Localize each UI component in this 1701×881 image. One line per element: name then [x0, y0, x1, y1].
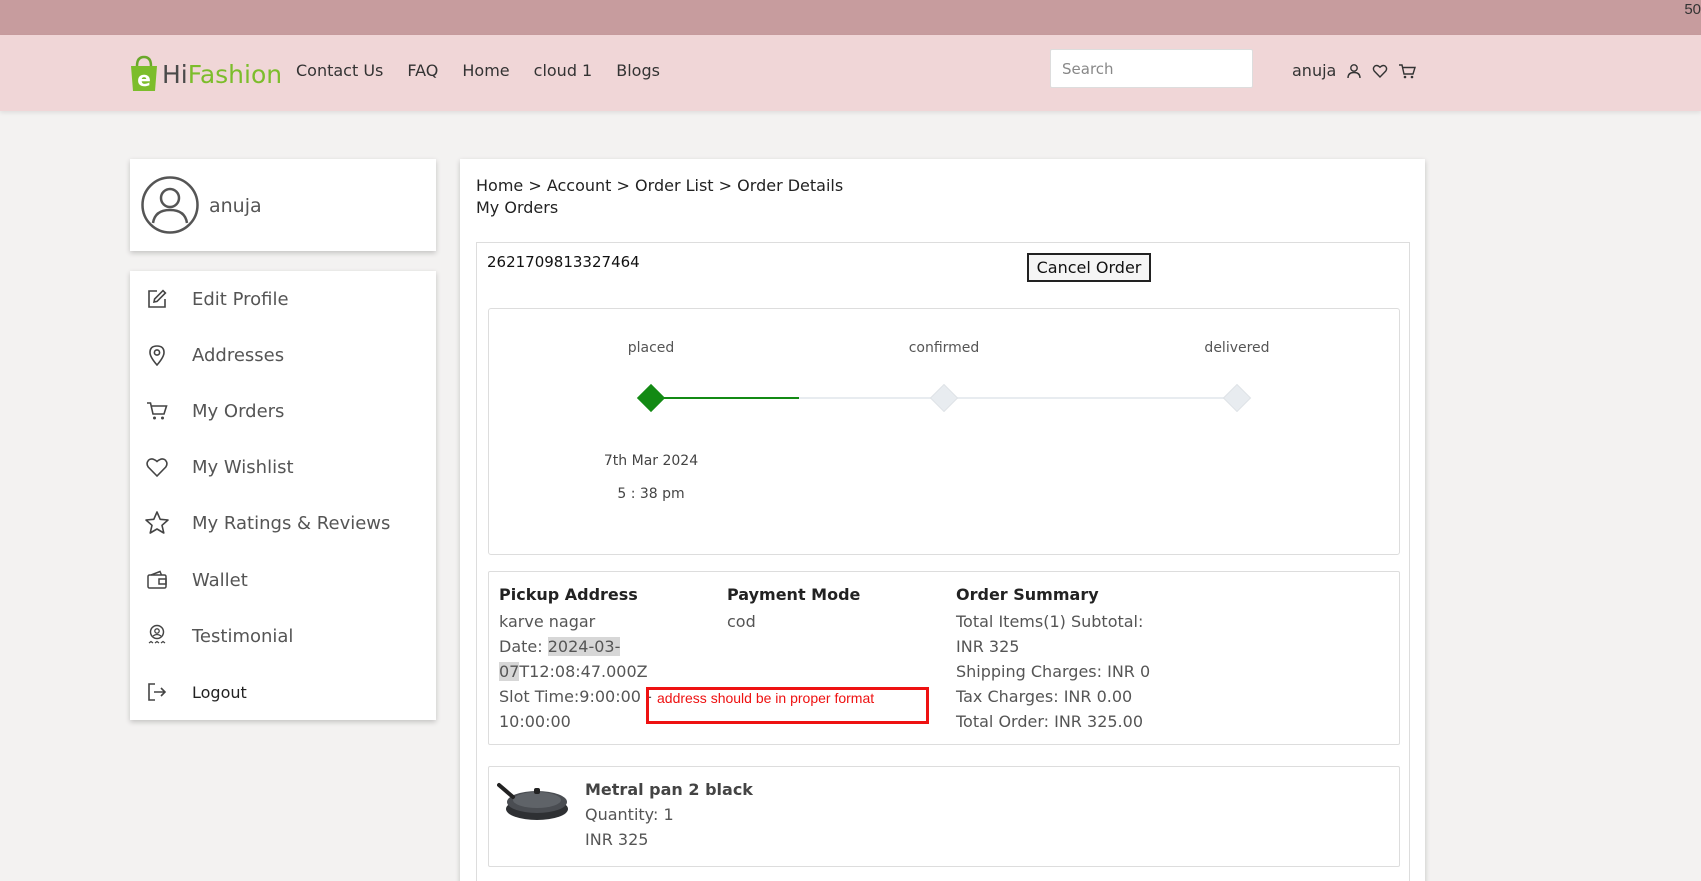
avatar-icon — [141, 176, 199, 238]
nav-cloud-1[interactable]: cloud 1 — [534, 61, 593, 80]
summary-subtotal-label: Total Items(1) Subtotal: — [956, 612, 1144, 631]
user-icon[interactable] — [1346, 63, 1362, 79]
menu-ratings-reviews[interactable]: My Ratings & Reviews — [130, 503, 436, 543]
wallet-icon — [144, 567, 170, 593]
edit-icon — [144, 286, 170, 312]
cart-icon[interactable] — [1398, 63, 1417, 79]
shopping-bag-logo-icon: e — [128, 55, 160, 93]
product-price: INR 325 — [585, 830, 649, 849]
menu-wallet[interactable]: Wallet — [130, 560, 436, 600]
stage-label-delivered: delivered — [1204, 340, 1270, 356]
pickup-date-cont: 07T12:08:47.000Z — [499, 659, 719, 684]
order-status-tracker: placed confirmed delivered 7th Mar 2024 … — [488, 308, 1400, 555]
payment-mode: cod — [727, 612, 756, 631]
nav-contact-us[interactable]: Contact Us — [296, 61, 383, 80]
account-menu: Edit Profile Addresses My Orders My Wish… — [130, 271, 436, 720]
stage-marker-placed — [636, 383, 666, 413]
top-counter: 50 — [1684, 1, 1701, 18]
pickup-heading: Pickup Address — [499, 585, 638, 604]
product-name[interactable]: Metral pan 2 black — [585, 777, 753, 802]
site-logo[interactable]: e HiFashion — [128, 55, 282, 93]
product-info: Metral pan 2 black Quantity: 1 INR 325 — [585, 777, 753, 852]
summary-heading: Order Summary — [956, 585, 1099, 604]
order-box: 2621709813327464 Cancel Order placed con… — [476, 242, 1410, 881]
logo-fashion: Fashion — [187, 59, 283, 89]
breadcrumb-account[interactable]: Account — [547, 176, 612, 195]
wishlist-heart-icon[interactable] — [1372, 63, 1388, 79]
stage-marker-delivered — [1222, 383, 1252, 413]
award-icon — [144, 623, 170, 649]
product-item: Metral pan 2 black Quantity: 1 INR 325 — [488, 766, 1400, 867]
order-summary-column: Order Summary Total Items(1) Subtotal: I… — [956, 582, 1150, 734]
date-highlight-2: 07 — [499, 662, 520, 681]
date-rest: T12:08:47.000Z — [519, 662, 648, 681]
search-input[interactable] — [1050, 49, 1253, 88]
date-prefix: Date: — [499, 637, 548, 656]
page-title: My Orders — [476, 198, 559, 217]
menu-label: My Ratings & Reviews — [192, 512, 391, 534]
summary-shipping: Shipping Charges: INR 0 — [956, 662, 1151, 681]
breadcrumb-order-details: Order Details — [737, 176, 844, 195]
summary-subtotal-value: INR 325 — [956, 637, 1020, 656]
menu-label: Edit Profile — [192, 288, 289, 310]
order-info-box: Pickup Address karve nagar Date: 2024-03… — [488, 571, 1400, 745]
nav-faq[interactable]: FAQ — [407, 61, 438, 80]
progress-line-pending — [799, 397, 1237, 399]
menu-addresses[interactable]: Addresses — [130, 335, 436, 375]
heart-icon — [144, 454, 170, 480]
nav-home[interactable]: Home — [462, 61, 509, 80]
header-username[interactable]: anuja — [1292, 61, 1336, 80]
stage-time-placed: 5 : 38 pm — [617, 486, 685, 502]
menu-my-wishlist[interactable]: My Wishlist — [130, 447, 436, 487]
menu-label: Testimonial — [192, 625, 294, 647]
pickup-date: Date: 2024-03- — [499, 634, 719, 659]
breadcrumb-order-list[interactable]: Order List — [635, 176, 714, 195]
nav-blogs[interactable]: Blogs — [616, 61, 660, 80]
menu-my-orders[interactable]: My Orders — [130, 391, 436, 431]
payment-heading: Payment Mode — [727, 585, 861, 604]
svg-text:e: e — [137, 67, 151, 91]
menu-label: Addresses — [192, 344, 285, 366]
menu-edit-profile[interactable]: Edit Profile — [130, 279, 436, 319]
date-highlight: 2024-03- — [547, 637, 621, 656]
profile-name: anuja — [209, 195, 262, 217]
menu-label: My Orders — [192, 400, 285, 422]
payment-column: Payment Mode cod — [727, 582, 860, 634]
menu-label: Logout — [192, 682, 247, 702]
pickup-address: karve nagar — [499, 612, 596, 631]
product-image — [497, 775, 571, 823]
menu-logout[interactable]: Logout — [130, 672, 436, 712]
logout-icon — [144, 679, 170, 705]
breadcrumb-separator: > — [528, 176, 542, 195]
stage-label-confirmed: confirmed — [908, 340, 980, 356]
user-area: anuja — [1292, 61, 1417, 80]
stage-date-placed: 7th Mar 2024 — [603, 453, 699, 469]
cart-icon — [144, 398, 170, 424]
breadcrumb: Home > Account > Order List > Order Deta… — [476, 176, 843, 195]
breadcrumb-home[interactable]: Home — [476, 176, 523, 195]
profile-card: anuja — [130, 159, 436, 251]
star-icon — [144, 510, 170, 536]
order-id: 2621709813327464 — [487, 253, 640, 271]
breadcrumb-separator: > — [616, 176, 630, 195]
menu-testimonial[interactable]: Testimonial — [130, 616, 436, 656]
main-nav: Contact Us FAQ Home cloud 1 Blogs — [296, 61, 660, 80]
location-pin-icon — [144, 342, 170, 368]
cancel-order-button[interactable]: Cancel Order — [1027, 253, 1151, 282]
logo-hi: Hi — [162, 59, 188, 89]
progress-line-done — [651, 397, 799, 399]
top-strip: 50 — [0, 0, 1701, 35]
review-annotation: address should be in proper format — [646, 687, 929, 724]
menu-label: My Wishlist — [192, 456, 294, 478]
summary-tax: Tax Charges: INR 0.00 — [956, 687, 1133, 706]
menu-label: Wallet — [192, 569, 248, 591]
breadcrumb-separator: > — [718, 176, 733, 195]
product-quantity: Quantity: 1 — [585, 805, 674, 824]
stage-marker-confirmed — [929, 383, 959, 413]
summary-total: Total Order: INR 325.00 — [956, 712, 1143, 731]
site-header: e HiFashion Contact Us FAQ Home cloud 1 … — [0, 35, 1701, 111]
order-details-card: Home > Account > Order List > Order Deta… — [460, 159, 1425, 881]
stage-label-placed: placed — [627, 340, 675, 356]
